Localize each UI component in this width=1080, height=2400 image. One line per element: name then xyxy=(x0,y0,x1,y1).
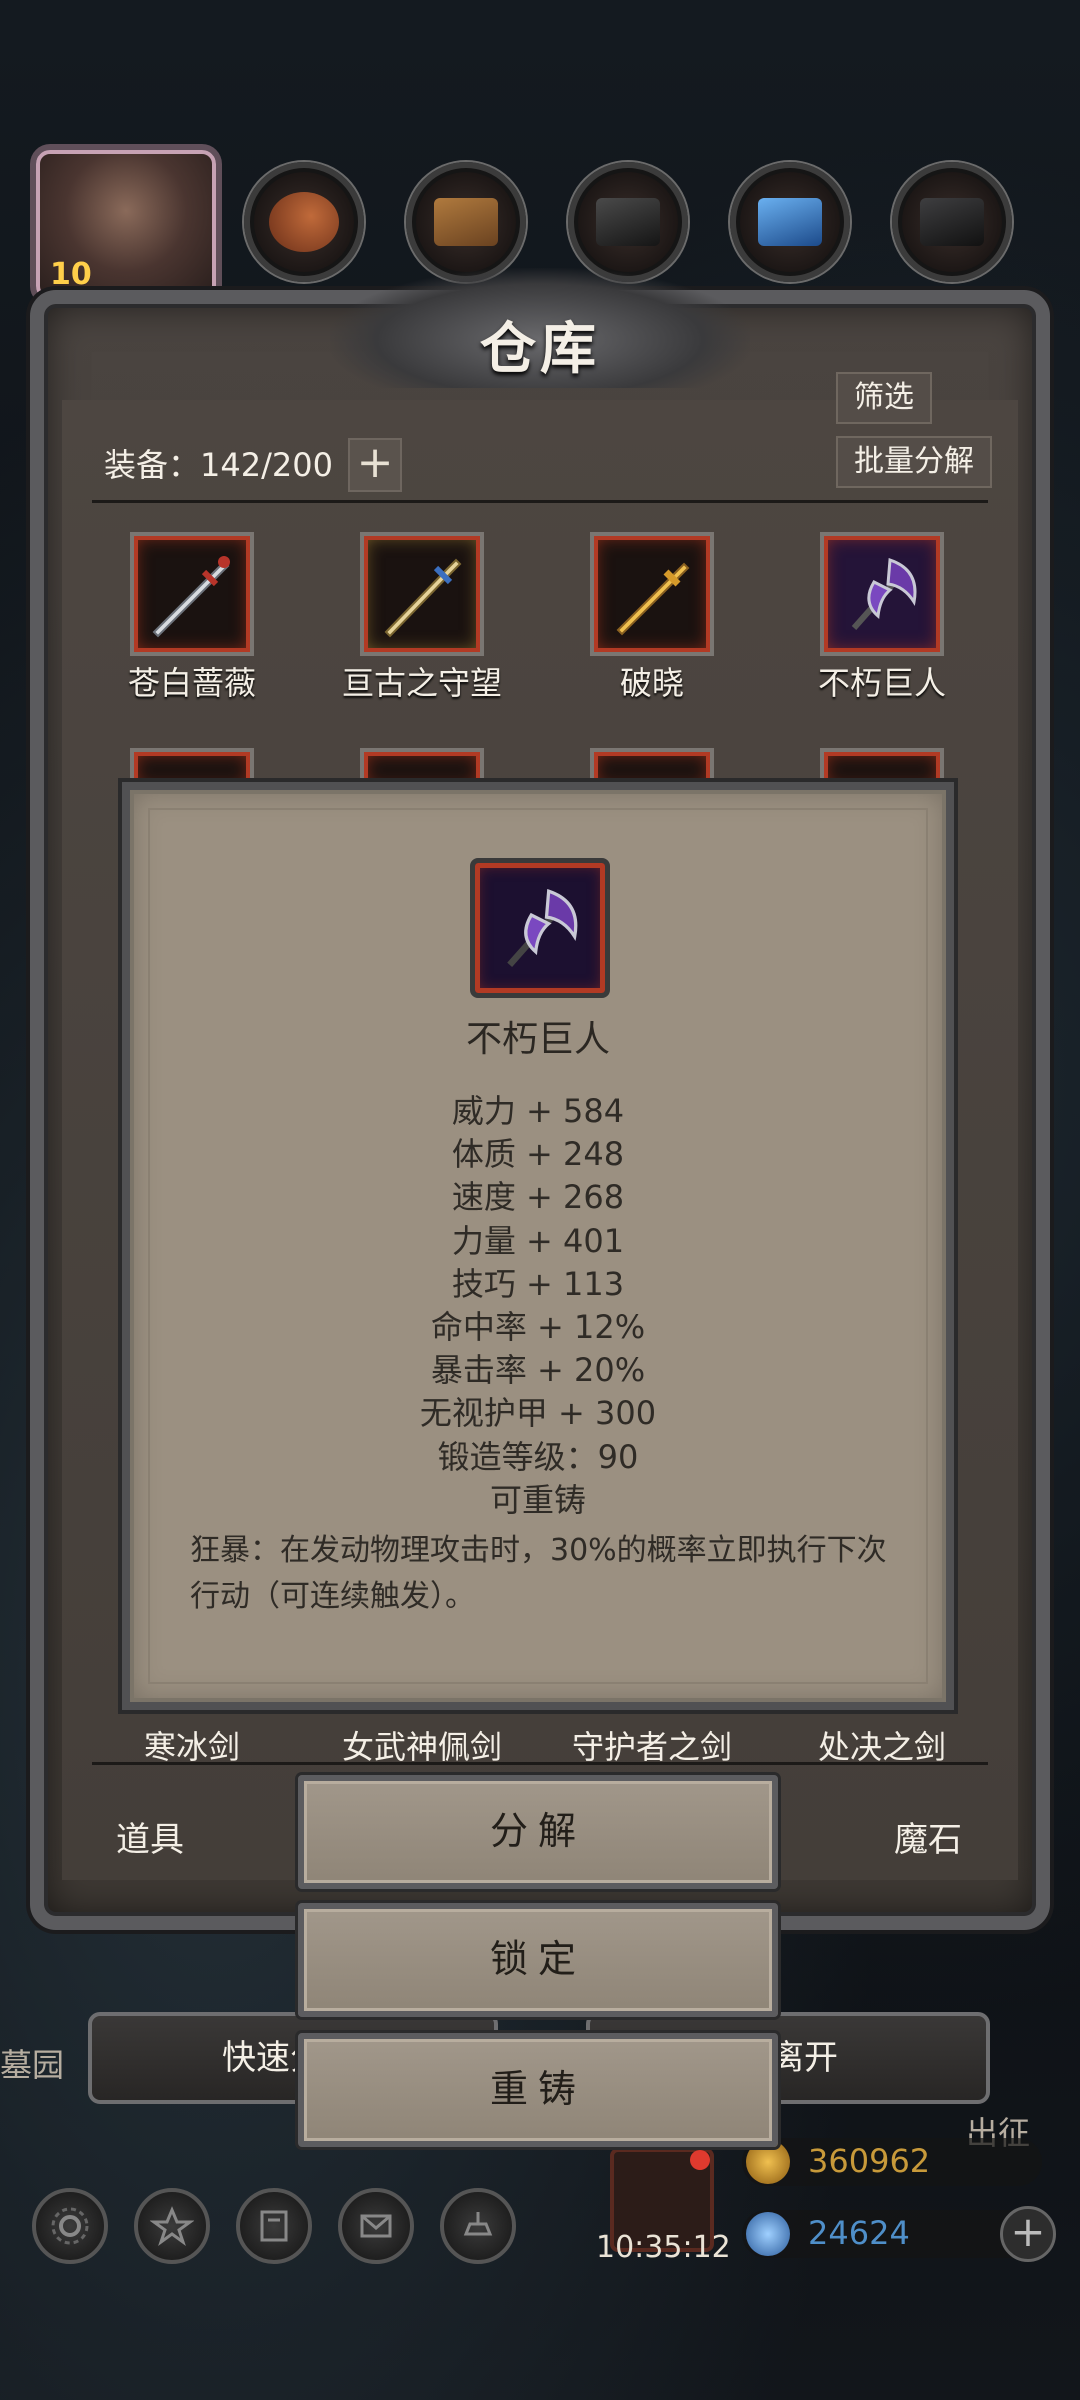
item-name: 苍白蔷薇 xyxy=(127,664,256,702)
axe-icon xyxy=(820,532,944,656)
stat-skill: 技巧 + 113 xyxy=(451,1264,625,1303)
add-currency-button[interactable]: + xyxy=(1000,2206,1056,2262)
resource-crystal[interactable]: 8 xyxy=(730,162,850,320)
item-name: 不朽巨人 xyxy=(817,664,946,702)
leave-label: 离开 xyxy=(770,2038,838,2078)
sword-icon xyxy=(590,532,714,656)
gem-amount: 24624 xyxy=(808,2214,910,2252)
resource-wood[interactable]: 23969 xyxy=(406,162,526,320)
tab-magic-stones[interactable]: 魔石 xyxy=(894,1812,962,1861)
divider xyxy=(92,500,988,503)
item-slot[interactable]: 不朽巨人 xyxy=(782,532,982,704)
player-avatar[interactable]: 10 xyxy=(36,150,216,300)
item-slot[interactable]: 亘古之守望 xyxy=(322,532,522,704)
equipment-capacity: 装备：142/200 xyxy=(104,446,333,484)
graveyard-label[interactable]: 墓园 xyxy=(0,2040,64,2086)
stat-strength: 力量 + 401 xyxy=(451,1221,625,1260)
tab-items[interactable]: 道具 xyxy=(116,1812,184,1861)
iron-icon xyxy=(920,198,984,246)
mail-icon[interactable] xyxy=(338,2188,414,2264)
reforge-button[interactable]: 重铸 xyxy=(298,2033,778,2147)
expand-capacity-button[interactable]: + xyxy=(348,438,402,492)
axe-icon xyxy=(470,858,610,998)
gold-display: 360962 xyxy=(742,2138,1042,2186)
notification-dot xyxy=(690,2150,710,2170)
avatar-level: 10 xyxy=(50,257,92,292)
item-name: 亘古之守望 xyxy=(341,664,502,702)
gold-amount: 360962 xyxy=(808,2142,931,2180)
stone-icon xyxy=(596,198,660,246)
stat-crit-rate: 暴击率 + 20% xyxy=(430,1351,646,1390)
stat-constitution: 体质 + 248 xyxy=(451,1135,625,1174)
resource-iron[interactable]: 175402 xyxy=(892,162,1012,320)
item-slot[interactable]: 苍白蔷薇 xyxy=(92,532,292,704)
stat-armor-ignore: 无视护甲 + 300 xyxy=(419,1394,657,1433)
stat-speed: 速度 + 268 xyxy=(451,1178,625,1217)
batch-decompose-button[interactable]: 批量分解 xyxy=(836,436,992,488)
sword-icon xyxy=(130,532,254,656)
crystal-icon xyxy=(758,198,822,246)
stat-power: 威力 + 584 xyxy=(451,1092,625,1130)
stat-hit-rate: 命中率 + 12% xyxy=(430,1308,646,1347)
resource-meat[interactable]: 3 xyxy=(244,162,364,320)
stat-reforgeable: 可重铸 xyxy=(489,1480,586,1519)
sword-icon xyxy=(360,532,484,656)
achievement-icon[interactable] xyxy=(134,2188,210,2264)
page-title: 仓库 xyxy=(480,317,600,382)
decompose-button[interactable]: 分解 xyxy=(298,1775,778,1889)
item-slot[interactable]: 破晓 xyxy=(552,532,752,704)
item-name: 破晓 xyxy=(619,664,684,702)
item-skill-description: 狂暴：在发动物理攻击时，30%的概率立即执行下次行动（可连续触发）。 xyxy=(190,1533,887,1614)
resource-stone[interactable]: 3995 xyxy=(568,162,688,320)
settings-icon[interactable] xyxy=(32,2188,108,2264)
filter-button[interactable]: 筛选 xyxy=(836,372,932,424)
gem-display: 24624 xyxy=(742,2210,1042,2258)
stat-forge-level: 锻造等级：90 xyxy=(437,1437,639,1476)
wood-icon xyxy=(434,198,498,246)
popup-item-name: 不朽巨人 xyxy=(465,1019,610,1060)
gem-icon xyxy=(746,2212,790,2256)
divider xyxy=(92,1762,988,1765)
meat-icon xyxy=(269,192,339,252)
lock-button[interactable]: 锁定 xyxy=(298,1903,778,2017)
book-icon[interactable] xyxy=(236,2188,312,2264)
forge-icon[interactable] xyxy=(440,2188,516,2264)
clock-time: 10:35:12 xyxy=(596,2230,731,2265)
stats-list: 威力 + 584 体质 + 248 速度 + 268 力量 + 401 技巧 +… xyxy=(122,1090,954,1522)
